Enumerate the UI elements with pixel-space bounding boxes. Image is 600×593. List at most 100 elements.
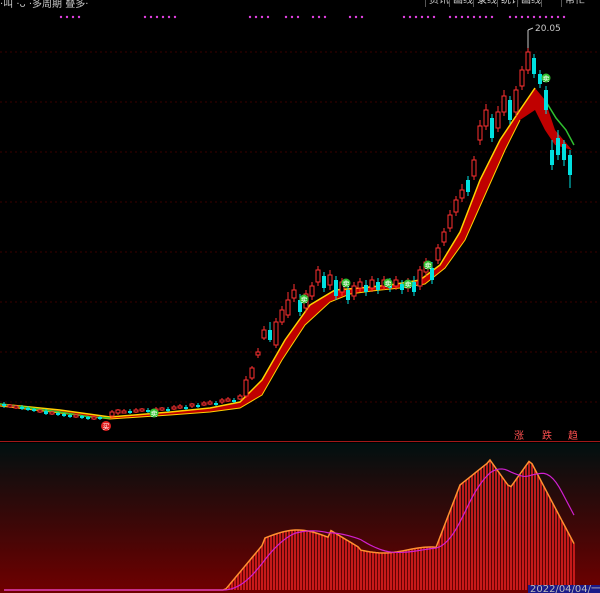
candle-body-21 — [133, 409, 139, 413]
peak-annotation: 20.05 — [527, 24, 561, 48]
candle-body-60 — [369, 279, 375, 289]
signal-dot-28 — [432, 15, 436, 19]
candle-body-37 — [232, 400, 236, 402]
signal-dot-20 — [348, 15, 352, 19]
sell-marker-text-2: 卖 — [343, 280, 350, 288]
candle-body-40 — [249, 367, 255, 379]
candle-body-39 — [243, 379, 249, 397]
signal-dot-5 — [149, 15, 153, 19]
signal-label-fall: 跌 — [542, 431, 552, 442]
candle-body-76 — [466, 180, 470, 192]
candle-body-56 — [346, 290, 350, 300]
candle-body-86 — [525, 51, 531, 71]
signal-dot-39 — [520, 15, 524, 19]
signal-dot-24 — [408, 15, 412, 19]
candle-body-83 — [508, 100, 512, 120]
candle-body-35 — [219, 399, 225, 403]
candle-body-34 — [214, 403, 218, 405]
signal-dot-34 — [478, 15, 482, 19]
candle-body-45 — [279, 309, 285, 323]
candle-body-73 — [447, 214, 453, 229]
candle-body-65 — [400, 284, 404, 290]
candle-body-75 — [459, 189, 465, 199]
sell-marker-text-5: 卖 — [425, 262, 432, 270]
candle-body-91 — [556, 138, 560, 155]
candle-body-26 — [166, 409, 170, 411]
candle-body-42 — [261, 329, 267, 339]
volume-indicator — [0, 443, 600, 593]
signal-dot-21 — [354, 15, 358, 19]
candle-body-93 — [568, 155, 572, 175]
signal-dot-42 — [538, 15, 542, 19]
candle-body-5 — [32, 409, 36, 411]
candle-body-38 — [237, 395, 243, 400]
signal-dot-26 — [420, 15, 424, 19]
candle-body-58 — [357, 281, 363, 289]
candle-body-27 — [171, 406, 177, 410]
candle-body-47 — [291, 289, 297, 299]
signal-dot-18 — [317, 15, 321, 19]
signal-dot-35 — [484, 15, 488, 19]
candle-body-41 — [255, 351, 261, 356]
signal-dot-36 — [490, 15, 494, 19]
candle-body-17 — [109, 411, 115, 417]
candle-body-92 — [562, 144, 566, 160]
signal-dot-7 — [161, 15, 165, 19]
signal-dot-45 — [556, 15, 560, 19]
candle-body-33 — [207, 401, 213, 405]
sell-marker-text-6: 卖 — [543, 75, 550, 83]
peak-leader-tick — [527, 27, 534, 31]
candle-body-79 — [483, 109, 489, 127]
signal-dot-30 — [454, 15, 458, 19]
candle-body-16 — [98, 417, 102, 419]
candle-body-15 — [91, 416, 97, 420]
signal-dot-43 — [544, 15, 548, 19]
peak-price-label: 20.05 — [535, 24, 561, 34]
trend-band — [0, 88, 572, 419]
candle-body-82 — [501, 95, 507, 113]
candle-body-7 — [44, 411, 48, 414]
signal-dot-8 — [167, 15, 171, 19]
candle-body-57 — [351, 285, 357, 297]
sell-marker-text-0: 卖 — [151, 410, 158, 418]
sell-marker-text-4: 卖 — [405, 281, 412, 289]
candle-body-84 — [513, 89, 519, 113]
candle-body-44 — [273, 321, 279, 346]
candle-body-19 — [121, 410, 127, 414]
candle-body-67 — [412, 282, 416, 292]
candle-body-31 — [196, 405, 200, 407]
candle-body-32 — [201, 402, 207, 406]
signal-dot-46 — [562, 15, 566, 19]
candle-body-13 — [80, 416, 84, 418]
signal-dot-4 — [143, 15, 147, 19]
candle-body-22 — [139, 408, 145, 412]
candle-body-72 — [441, 231, 447, 243]
candle-body-18 — [115, 409, 121, 414]
signal-dot-17 — [311, 15, 315, 19]
signal-dot-13 — [266, 15, 270, 19]
candle-body-46 — [285, 299, 291, 316]
candle-body-52 — [322, 276, 326, 288]
signal-label-trend: 趋 — [568, 431, 578, 442]
candle-body-89 — [544, 90, 548, 110]
candle-body-20 — [128, 411, 132, 413]
candle-body-23 — [146, 410, 150, 412]
panel-divider — [0, 441, 600, 442]
candle-body-1 — [7, 404, 13, 408]
signal-dot-1 — [65, 15, 69, 19]
signal-dot-16 — [296, 15, 300, 19]
signal-dot-33 — [472, 15, 476, 19]
candle-body-50 — [309, 285, 315, 297]
signal-dots-row — [59, 15, 566, 19]
candle-body-36 — [225, 398, 231, 402]
candle-body-87 — [532, 58, 536, 74]
signal-dot-3 — [77, 15, 81, 19]
signal-dot-32 — [466, 15, 470, 19]
candle-body-14 — [86, 417, 90, 419]
stock-chart-window: ·叫 ·ᴗ ·多周期 叠多· 资讯 画线 录线 统计 画线 ··· 帮忙 卖卖卖… — [0, 0, 600, 593]
candle-body-25 — [159, 407, 165, 411]
candle-body-2 — [13, 405, 19, 409]
candle-body-10 — [62, 414, 66, 416]
signal-dot-25 — [414, 15, 418, 19]
candle-body-90 — [550, 150, 554, 165]
